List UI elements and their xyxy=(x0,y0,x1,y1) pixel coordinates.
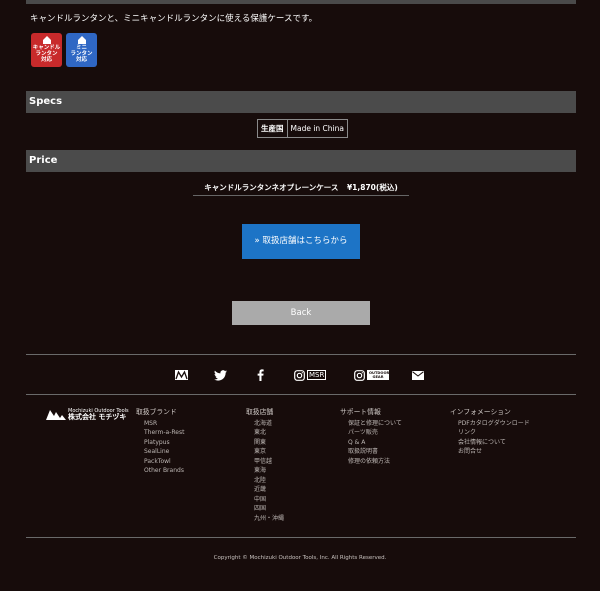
facebook-link[interactable] xyxy=(257,367,264,383)
badge-line-3: 対応 xyxy=(75,57,87,63)
footer-store-region-link[interactable]: 東北 xyxy=(246,428,284,438)
footer-brand-link[interactable]: Platypus xyxy=(136,438,184,448)
footer-store-region-link[interactable]: 近畿 xyxy=(246,485,284,495)
instagram-msr-link[interactable]: MSR xyxy=(294,367,327,383)
email-link[interactable] xyxy=(412,367,424,383)
company-logo-japanese: 株式会社 モチヅキ xyxy=(68,413,127,421)
footer-support-column: サポート情報 保証と修理について パーツ販売 Q & A 取扱説明書 修理の依頼… xyxy=(340,408,402,466)
footer-brand-link[interactable]: Therm-a-Rest xyxy=(136,428,184,438)
spec-label: 生産国 xyxy=(258,120,288,137)
price-row: キャンドルランタンネオプレーンケース ¥1,870(税込) xyxy=(193,182,409,196)
mini-lantern-compatible-badge: ミニ ランタン 対応 xyxy=(66,33,97,67)
twitter-icon xyxy=(214,369,227,381)
facebook-icon xyxy=(257,369,264,381)
footer-info-link[interactable]: PDFカタログダウンロード xyxy=(450,419,530,429)
footer-brands-heading[interactable]: 取扱ブランド xyxy=(136,408,184,418)
company-logo[interactable]: Mochizuki Outdoor Tools 株式会社 モチヅキ xyxy=(46,408,129,421)
mail-icon xyxy=(412,370,424,380)
badge-line-3: 対応 xyxy=(40,57,52,63)
footer-support-link[interactable]: 取扱説明書 xyxy=(340,447,402,457)
specs-table: 生産国 Made in China xyxy=(257,119,348,138)
footer-store-region-link[interactable]: 中国 xyxy=(246,495,284,505)
footer-brands-column: 取扱ブランド MSR Therm-a-Rest Platypus SealLin… xyxy=(136,408,184,476)
instagram-outdoor-gear-label: OUTDOOR GEAR xyxy=(367,370,390,380)
footer-support-heading[interactable]: サポート情報 xyxy=(340,408,402,418)
footer-store-region-link[interactable]: 東京 xyxy=(246,447,284,457)
page: キャンドルランタンと、ミニキャンドルランタンに使える保護ケースです。 キャンドル… xyxy=(0,0,600,591)
footer-info-link[interactable]: 会社情報について xyxy=(450,438,530,448)
instagram-icon xyxy=(354,369,365,381)
copyright: Copyright © Mochizuki Outdoor Tools, Inc… xyxy=(213,555,387,561)
tax-note: (税込) xyxy=(375,183,398,192)
footer-info-link[interactable]: リンク xyxy=(450,428,530,438)
price-heading: Price xyxy=(29,155,58,166)
footer-brand-link[interactable]: PackTowl xyxy=(136,457,184,467)
product-description: キャンドルランタンと、ミニキャンドルランタンに使える保護ケースです。 xyxy=(30,14,318,24)
spec-value: Made in China xyxy=(290,124,344,133)
footer-brand-link[interactable]: MSR xyxy=(136,419,184,429)
footer-brand-link[interactable]: SealLine xyxy=(136,447,184,457)
lantern-icon xyxy=(42,36,51,44)
footer-store-region-link[interactable]: 九州・沖縄 xyxy=(246,514,284,524)
footer-store-region-link[interactable]: 北海道 xyxy=(246,419,284,429)
footer-store-region-link[interactable]: 北陸 xyxy=(246,476,284,486)
footer-store-region-link[interactable]: 甲信越 xyxy=(246,457,284,467)
instagram-msr-label: MSR xyxy=(307,370,327,380)
price-amount: ¥1,870 xyxy=(346,183,376,192)
footer-brand-link[interactable]: Other Brands xyxy=(136,466,184,476)
top-divider xyxy=(26,0,576,4)
footer-store-region-link[interactable]: 四国 xyxy=(246,504,284,514)
msr-logo-icon xyxy=(175,370,188,380)
footer-divider-middle xyxy=(26,394,576,395)
footer-store-region-link[interactable]: 東海 xyxy=(246,466,284,476)
footer-stores-heading[interactable]: 取扱店舗 xyxy=(246,408,284,418)
footer-store-region-link[interactable]: 関東 xyxy=(246,438,284,448)
specs-heading: Specs xyxy=(29,96,63,107)
back-button[interactable]: Back xyxy=(232,301,370,325)
footer-info-heading[interactable]: インフォメーション xyxy=(450,408,530,418)
footer-support-link[interactable]: Q & A xyxy=(340,438,402,448)
product-name: キャンドルランタンネオプレーンケース xyxy=(204,183,339,192)
twitter-link[interactable] xyxy=(214,367,227,383)
footer-divider-top xyxy=(26,354,576,355)
footer-stores-column: 取扱店舗 北海道 東北 関東 東京 甲信越 東海 北陸 近畿 中国 四国 九州・… xyxy=(246,408,284,523)
footer-support-link[interactable]: 修理の依頼方法 xyxy=(340,457,402,467)
footer-info-link[interactable]: お問合せ xyxy=(450,447,530,457)
footer-support-link[interactable]: 保証と修理について xyxy=(340,419,402,429)
instagram-icon xyxy=(294,369,305,381)
msr-logo-link[interactable] xyxy=(175,367,188,383)
instagram-outdoor-gear-link[interactable]: OUTDOOR GEAR xyxy=(354,367,389,383)
footer-divider-bottom xyxy=(26,537,576,538)
candle-lantern-compatible-badge: キャンドル ランタン 対応 xyxy=(31,33,62,67)
footer-info-column: インフォメーション PDFカタログダウンロード リンク 会社情報について お問合… xyxy=(450,408,530,457)
lantern-icon xyxy=(77,36,86,44)
specs-section-header: Specs xyxy=(26,91,576,113)
store-locator-button[interactable]: » 取扱店舗はこちらから xyxy=(242,224,360,259)
company-logo-mark xyxy=(46,409,66,420)
footer-support-link[interactable]: パーツ販売 xyxy=(340,428,402,438)
price-section-header: Price xyxy=(26,150,576,172)
